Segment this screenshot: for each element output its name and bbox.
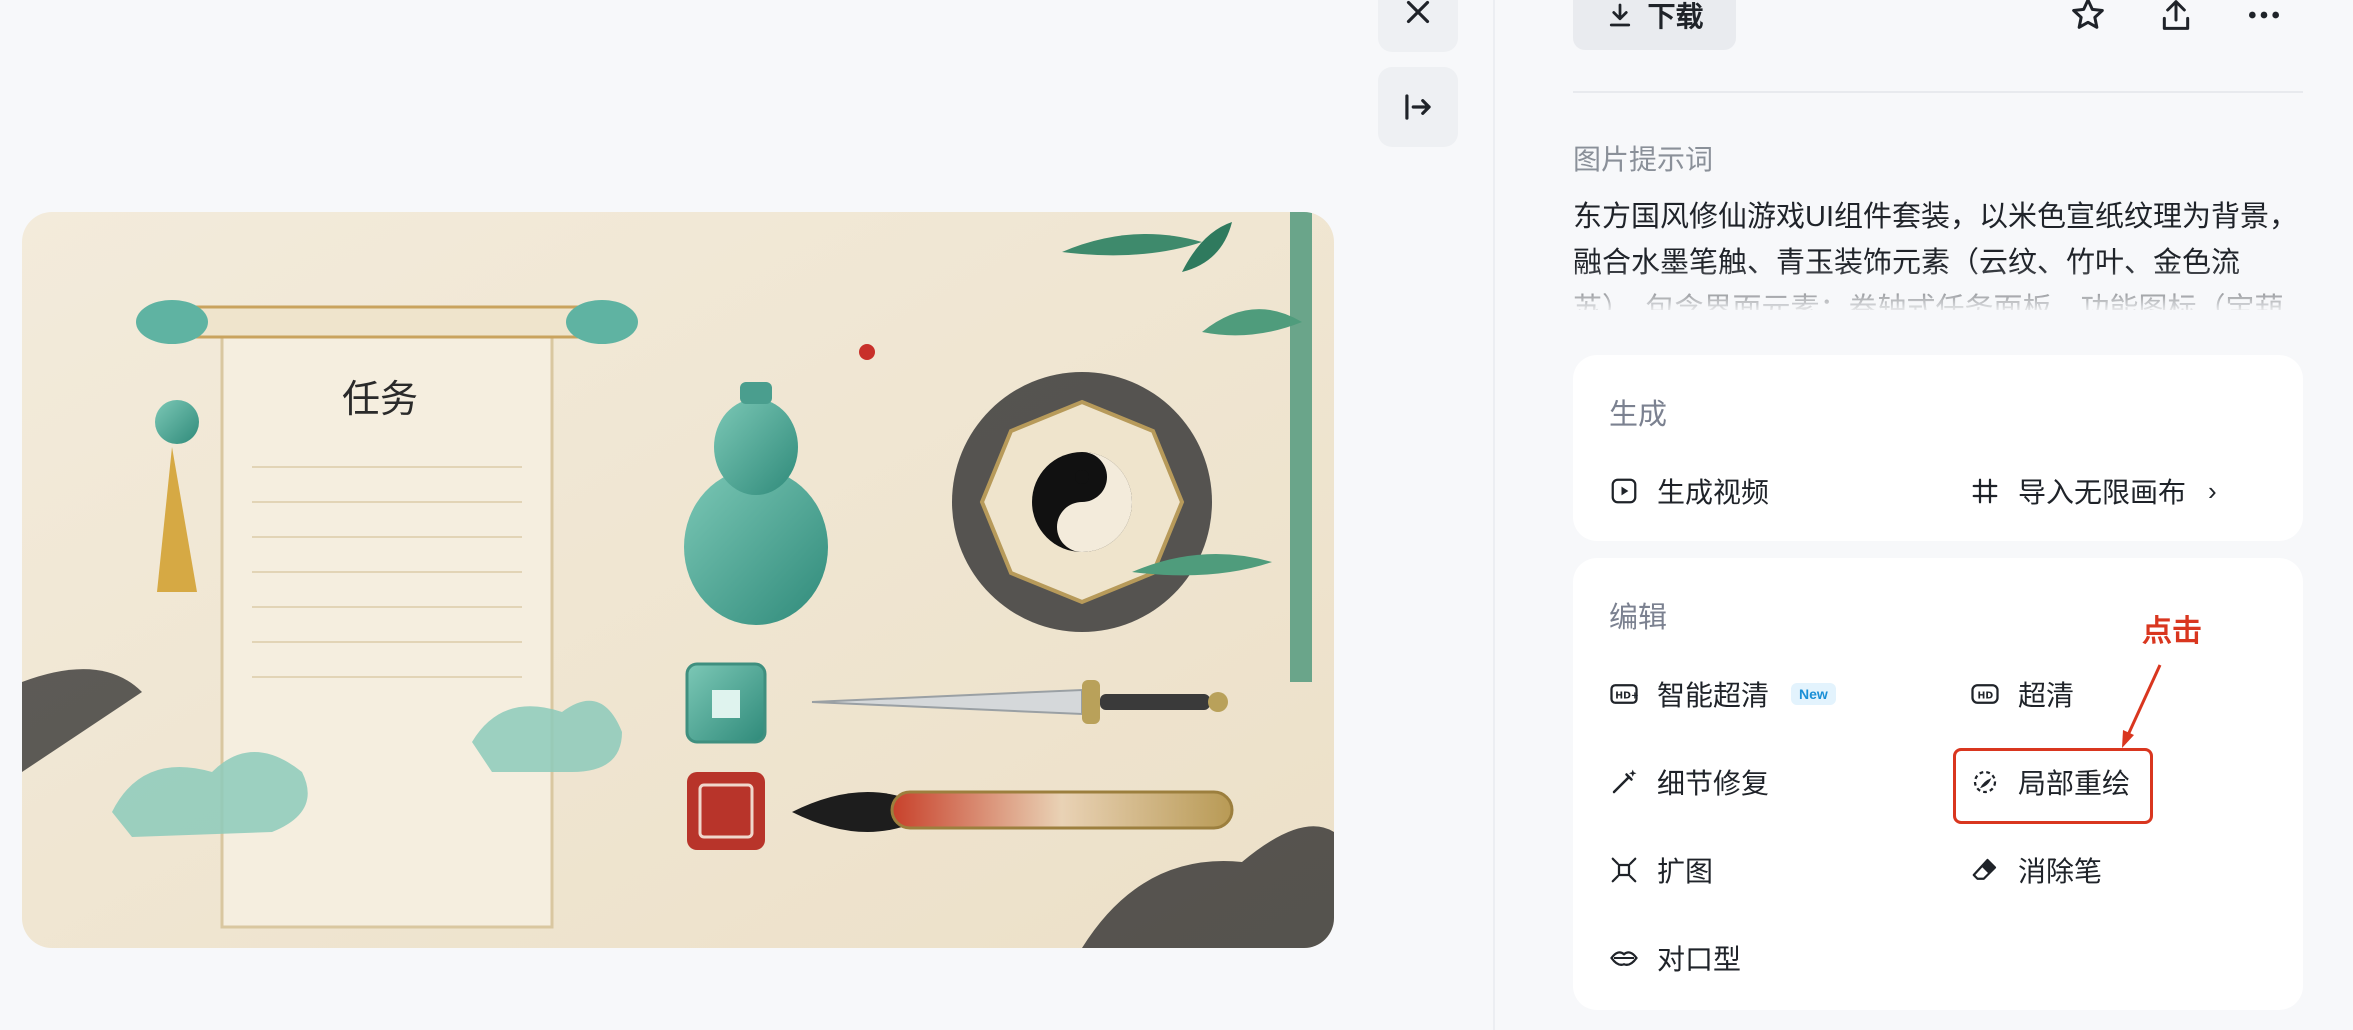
generate-card: 生成 生成视频 导入无限画布 › bbox=[1573, 355, 2303, 541]
bagua-emblem bbox=[952, 372, 1212, 632]
hd-icon: HD bbox=[1971, 684, 1999, 704]
lips-icon bbox=[1610, 951, 1638, 966]
prompt-text[interactable]: 东方国风修仙游戏UI组件套装，以米色宣纸纹理为背景，融合水墨笔触、青玉装饰元素（… bbox=[1573, 194, 2305, 310]
smart-hd-button[interactable]: HD+ 智能超清 New bbox=[1609, 674, 1836, 714]
chevron-right-icon: › bbox=[2208, 475, 2217, 506]
toolbar-divider bbox=[1573, 91, 2303, 93]
highlight-box bbox=[1953, 748, 2153, 824]
download-label: 下载 bbox=[1647, 1, 1704, 32]
close-icon bbox=[1406, 0, 1430, 24]
generate-title: 生成 bbox=[1609, 399, 1668, 431]
prompt-label: 图片提示词 bbox=[1573, 144, 1714, 175]
collapse-panel-button[interactable] bbox=[1378, 67, 1458, 147]
play-video-icon bbox=[1611, 478, 1637, 504]
generated-image[interactable]: 任务 bbox=[22, 212, 1334, 948]
smart-hd-label: 智能超清 bbox=[1657, 680, 1770, 711]
close-button[interactable] bbox=[1378, 0, 1458, 52]
share-button[interactable] bbox=[2151, 0, 2201, 40]
import-canvas-button[interactable]: 导入无限画布 › bbox=[1970, 471, 2217, 511]
lip-sync-label: 对口型 bbox=[1657, 944, 1742, 975]
detail-repair-button[interactable]: 细节修复 bbox=[1609, 762, 1769, 802]
magic-wand-icon bbox=[1612, 769, 1637, 794]
lip-sync-button[interactable]: 对口型 bbox=[1609, 938, 1741, 978]
eraser-label: 消除笔 bbox=[2018, 856, 2103, 887]
eraser-button[interactable]: 消除笔 bbox=[1970, 850, 2102, 890]
more-icon bbox=[2249, 11, 2279, 19]
collapse-panel-icon bbox=[1405, 94, 1431, 120]
download-button[interactable]: 下载 bbox=[1573, 0, 1736, 50]
star-icon bbox=[2072, 0, 2104, 29]
download-icon bbox=[1610, 3, 1631, 27]
scroll-title: 任务 bbox=[342, 377, 418, 421]
more-button[interactable] bbox=[2239, 0, 2289, 40]
image-preview-area: 任务 bbox=[0, 0, 1493, 1030]
svg-text:HD+: HD+ bbox=[1615, 690, 1638, 701]
detail-repair-label: 细节修复 bbox=[1657, 768, 1770, 799]
eraser-icon bbox=[1972, 858, 1997, 880]
expand-image-button[interactable]: 扩图 bbox=[1609, 850, 1713, 890]
favorite-button[interactable] bbox=[2063, 0, 2113, 40]
hd-plus-icon: HD+ bbox=[1610, 684, 1639, 704]
expand-icon bbox=[1611, 857, 1637, 883]
canvas-import-icon bbox=[1972, 478, 1998, 504]
brush-progress-bar bbox=[792, 790, 1234, 832]
import-canvas-label: 导入无限画布 bbox=[2018, 477, 2187, 508]
expand-image-label: 扩图 bbox=[1657, 856, 1714, 887]
new-badge: New bbox=[1791, 683, 1836, 705]
svg-text:HD: HD bbox=[1978, 690, 1994, 701]
hd-button[interactable]: HD 超清 bbox=[1970, 674, 2074, 714]
generate-video-label: 生成视频 bbox=[1657, 477, 1770, 508]
generate-video-button[interactable]: 生成视频 bbox=[1609, 471, 1769, 511]
edit-title: 编辑 bbox=[1609, 602, 1668, 634]
hd-label: 超清 bbox=[2018, 680, 2075, 711]
share-icon bbox=[2162, 0, 2190, 30]
annotation-label: 点击 bbox=[2142, 615, 2202, 648]
